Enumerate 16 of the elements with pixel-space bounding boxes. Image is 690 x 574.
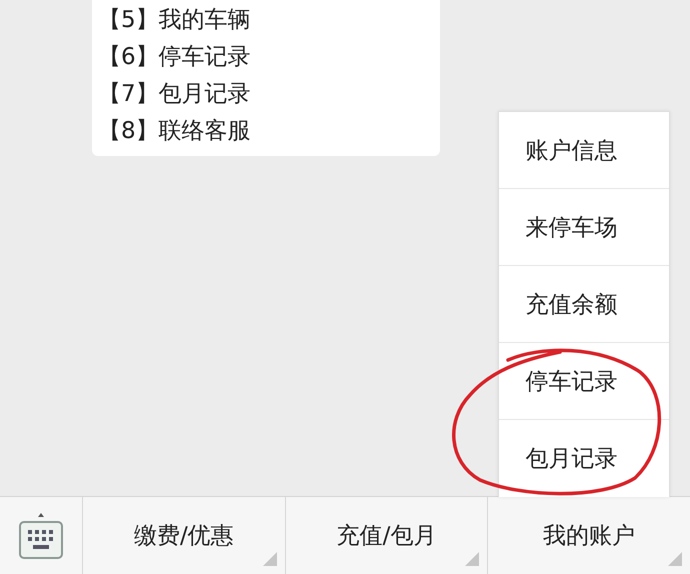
menu-button[interactable]: 缴费/优惠 [83, 497, 285, 574]
message-line: 【7】包月记录 [97, 80, 251, 109]
menu-button[interactable]: 我的账户 [488, 497, 690, 574]
submenu-item[interactable]: 来停车场 [499, 189, 670, 266]
corner-triangle-icon [465, 552, 480, 566]
submenu-item[interactable]: 充值余额 [499, 266, 670, 343]
submenu-item[interactable]: 账户信息 [499, 112, 670, 189]
corner-triangle-icon [668, 552, 682, 566]
menu-button[interactable]: 充值/包月 [286, 497, 488, 574]
message-line: 【5】我的车辆 [97, 6, 251, 35]
submenu-item[interactable]: 包月记录 [499, 420, 670, 497]
keyboard-icon[interactable] [18, 510, 64, 560]
submenu-item[interactable]: 停车记录 [499, 343, 670, 420]
message-line: 【6】停车记录 [97, 43, 251, 72]
corner-triangle-icon [262, 552, 277, 566]
message-line: 【8】联络客服 [97, 117, 251, 146]
